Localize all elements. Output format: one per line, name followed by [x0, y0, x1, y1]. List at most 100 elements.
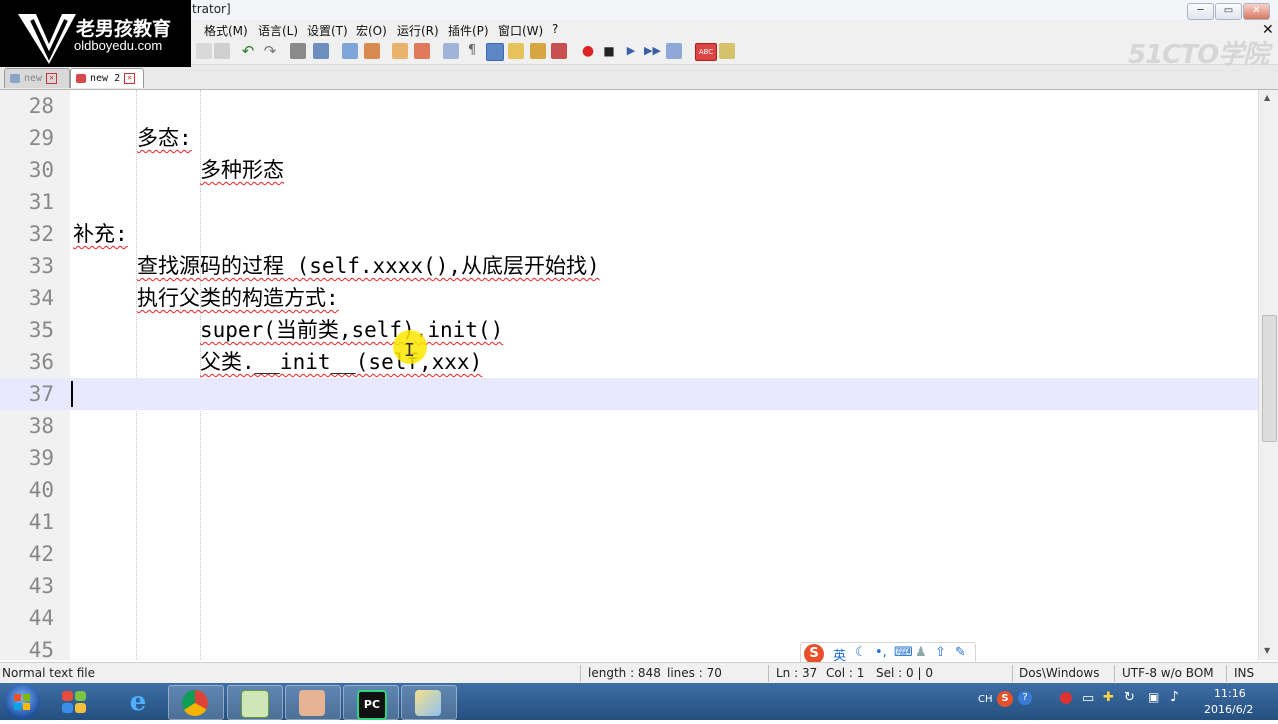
- tab-new[interactable]: new ✕: [4, 68, 70, 88]
- wrap-icon[interactable]: [443, 43, 459, 59]
- line-number: 31: [28, 190, 54, 214]
- line-number: 29: [28, 126, 54, 150]
- code-line[interactable]: 31: [0, 186, 1258, 218]
- replace-icon[interactable]: [313, 43, 329, 59]
- comma-icon[interactable]: •,: [875, 645, 887, 660]
- scrollbar-thumb[interactable]: [1262, 315, 1277, 442]
- menu-run[interactable]: 运行(R): [397, 22, 439, 39]
- security-tray-icon[interactable]: [1060, 692, 1072, 704]
- menu-settings[interactable]: 设置(T): [307, 22, 348, 39]
- close-tab-icon[interactable]: ✕: [124, 72, 136, 84]
- paste-icon[interactable]: [214, 43, 230, 59]
- tab-label: new 2: [90, 73, 121, 84]
- tab-new-2[interactable]: new 2 ✕: [70, 68, 144, 88]
- keyboard-icon[interactable]: ⌨: [894, 645, 913, 660]
- vertical-scrollbar[interactable]: ▲ ▼: [1258, 90, 1278, 660]
- menu-format[interactable]: 格式(M): [204, 22, 248, 39]
- cto-watermark: 51CTO学院: [1128, 40, 1269, 70]
- oldboy-logo: 老男孩教育 oldboyedu.com: [0, 0, 191, 67]
- pycharm-task[interactable]: PC: [343, 685, 399, 720]
- wrench-icon[interactable]: ✎: [955, 645, 966, 660]
- spellcheck-settings-icon[interactable]: [719, 43, 735, 59]
- line-number: 30: [28, 158, 54, 182]
- code-text: 查找源码的过程 (self.xxxx(),从底层开始找): [137, 254, 600, 278]
- code-line[interactable]: 32 补充:: [0, 218, 1258, 250]
- notepad-task[interactable]: [227, 685, 283, 720]
- restore-button[interactable]: ▭: [1215, 3, 1242, 20]
- menu-macro[interactable]: 宏(O): [356, 22, 387, 39]
- record-icon[interactable]: ●: [580, 43, 596, 59]
- code-line[interactable]: 30 多种形态: [0, 154, 1258, 186]
- close-button[interactable]: ✕: [1243, 3, 1270, 20]
- scroll-up-icon[interactable]: ▲: [1264, 93, 1270, 102]
- code-line[interactable]: 28: [0, 90, 1258, 122]
- chat-tray-icon[interactable]: ▭: [1082, 691, 1094, 706]
- play-multiple-icon[interactable]: ▶▶: [644, 43, 661, 59]
- editor-area[interactable]: 28 29 多态: 30 多种形态 31 32 补充: 33 查找源码的过程 (…: [0, 90, 1258, 660]
- plus-tray-icon[interactable]: ✚: [1103, 690, 1114, 705]
- menu-language[interactable]: 语言(L): [258, 22, 298, 39]
- chrome-icon: [182, 690, 208, 716]
- menu-window[interactable]: 窗口(W): [498, 22, 543, 39]
- menu-plugins[interactable]: 插件(P): [448, 22, 489, 39]
- clock-time[interactable]: 11:16: [1214, 687, 1246, 700]
- code-line[interactable]: 34 执行父类的构造方式:: [0, 282, 1258, 314]
- people-task[interactable]: [285, 685, 341, 720]
- play-icon[interactable]: ▶: [623, 43, 639, 59]
- close-tab-icon[interactable]: ✕: [46, 72, 58, 84]
- redo-icon[interactable]: ↷: [262, 43, 278, 59]
- line-number: 39: [28, 446, 54, 470]
- toolbar: ↶ ↷ ¶ ● ■ ▶ ▶▶ ABC: [0, 40, 1278, 65]
- code-line[interactable]: 35 super(当前类,self).init(): [0, 314, 1258, 346]
- doc-map-icon[interactable]: [530, 43, 546, 59]
- oldboy-logo-text: 老男孩教育: [76, 18, 172, 40]
- code-line[interactable]: 43: [0, 570, 1258, 602]
- moon-icon[interactable]: ☾: [855, 645, 867, 660]
- line-number: 42: [28, 542, 54, 566]
- copy-icon[interactable]: [196, 43, 212, 59]
- sync-h-icon[interactable]: [414, 43, 430, 59]
- find-icon[interactable]: [290, 43, 306, 59]
- flash-app-icon[interactable]: [60, 689, 88, 715]
- menu-help[interactable]: ?: [552, 22, 558, 36]
- scroll-down-icon[interactable]: ▼: [1264, 646, 1270, 655]
- user-icon[interactable]: ♟: [915, 645, 927, 660]
- code-line[interactable]: 29 多态:: [0, 122, 1258, 154]
- current-line[interactable]: 37: [0, 378, 1258, 410]
- shirt-icon[interactable]: ⇧: [935, 645, 946, 660]
- spellcheck-icon[interactable]: ABC: [695, 43, 717, 61]
- pilcrow-icon[interactable]: ¶: [464, 43, 480, 59]
- minimize-button[interactable]: ─: [1187, 3, 1214, 20]
- help-tray-icon[interactable]: ?: [1018, 691, 1032, 705]
- code-line[interactable]: 38: [0, 410, 1258, 442]
- ie-icon[interactable]: e: [122, 687, 154, 717]
- save-macro-icon[interactable]: [666, 43, 682, 59]
- code-line[interactable]: 40: [0, 474, 1258, 506]
- arrow-tray-icon[interactable]: ↻: [1124, 690, 1135, 705]
- chrome-task[interactable]: [168, 685, 224, 720]
- selection: Sel : 0 | 0: [876, 666, 933, 680]
- volume-tray-icon[interactable]: ♪: [1170, 689, 1179, 705]
- start-button[interactable]: [4, 684, 40, 720]
- code-line[interactable]: 41: [0, 506, 1258, 538]
- stop-icon[interactable]: ■: [601, 43, 617, 59]
- indent-guide-icon[interactable]: [486, 43, 504, 61]
- lang-icon[interactable]: [508, 43, 524, 59]
- lang-indicator[interactable]: CH: [978, 694, 993, 705]
- clock-date[interactable]: 2016/6/2: [1204, 703, 1253, 716]
- sogou-tray-icon[interactable]: S: [997, 691, 1013, 707]
- code-line[interactable]: 42: [0, 538, 1258, 570]
- code-line[interactable]: 45: [0, 634, 1258, 660]
- zoom-out-icon[interactable]: [364, 43, 380, 59]
- code-line[interactable]: 36 父类.__init__(self,xxx): [0, 346, 1258, 378]
- code-line[interactable]: 44: [0, 602, 1258, 634]
- code-line[interactable]: 33 查找源码的过程 (self.xxxx(),从底层开始找): [0, 250, 1258, 282]
- zoom-in-icon[interactable]: [342, 43, 358, 59]
- paint-task[interactable]: [401, 685, 457, 720]
- network-tray-icon[interactable]: ▣: [1148, 690, 1159, 704]
- sogou-icon[interactable]: S: [804, 644, 824, 664]
- code-line[interactable]: 39: [0, 442, 1258, 474]
- function-list-icon[interactable]: [551, 43, 567, 59]
- undo-icon[interactable]: ↶: [240, 43, 256, 59]
- sync-v-icon[interactable]: [392, 43, 408, 59]
